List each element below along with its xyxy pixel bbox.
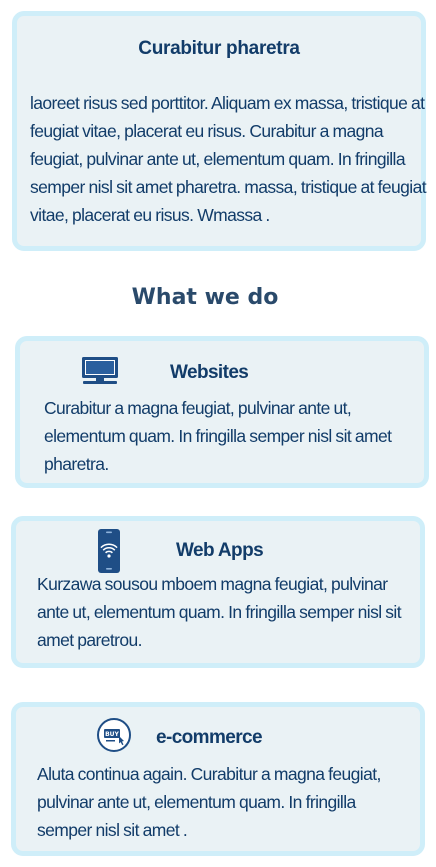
section-heading: What we do	[131, 285, 279, 310]
service-title-websites: Websites	[170, 362, 249, 383]
service-text-web-apps: Kurzawa sousou mboem magna feugiat, pulv…	[37, 574, 402, 650]
intro-card: Curabitur pharetra laoreet risus sed por…	[12, 11, 427, 251]
service-title-web-apps: Web Apps	[176, 540, 264, 561]
service-card-e-commerce: BUY e-commerce Aluta continua again. Cur…	[11, 702, 425, 856]
smartphone-wifi-icon	[98, 529, 120, 573]
svg-text:BUY: BUY	[105, 731, 119, 738]
service-text-e-commerce: Aluta continua again. Curabitur a magna …	[37, 764, 381, 840]
service-card-websites: Websites Curabitur a magna feugiat, pulv…	[15, 336, 429, 488]
buy-cart-icon: BUY	[97, 718, 131, 752]
intro-title: Curabitur pharetra	[138, 38, 300, 59]
service-card-web-apps: Web Apps Kurzawa sousou mboem magna feug…	[11, 516, 425, 668]
intro-text: laoreet risus sed porttitor. Aliquam ex …	[30, 93, 427, 225]
service-text-websites: Curabitur a magna feugiat, pulvinar ante…	[44, 398, 392, 474]
service-title-e-commerce: e-commerce	[156, 727, 263, 748]
desktop-monitor-icon	[82, 357, 118, 384]
